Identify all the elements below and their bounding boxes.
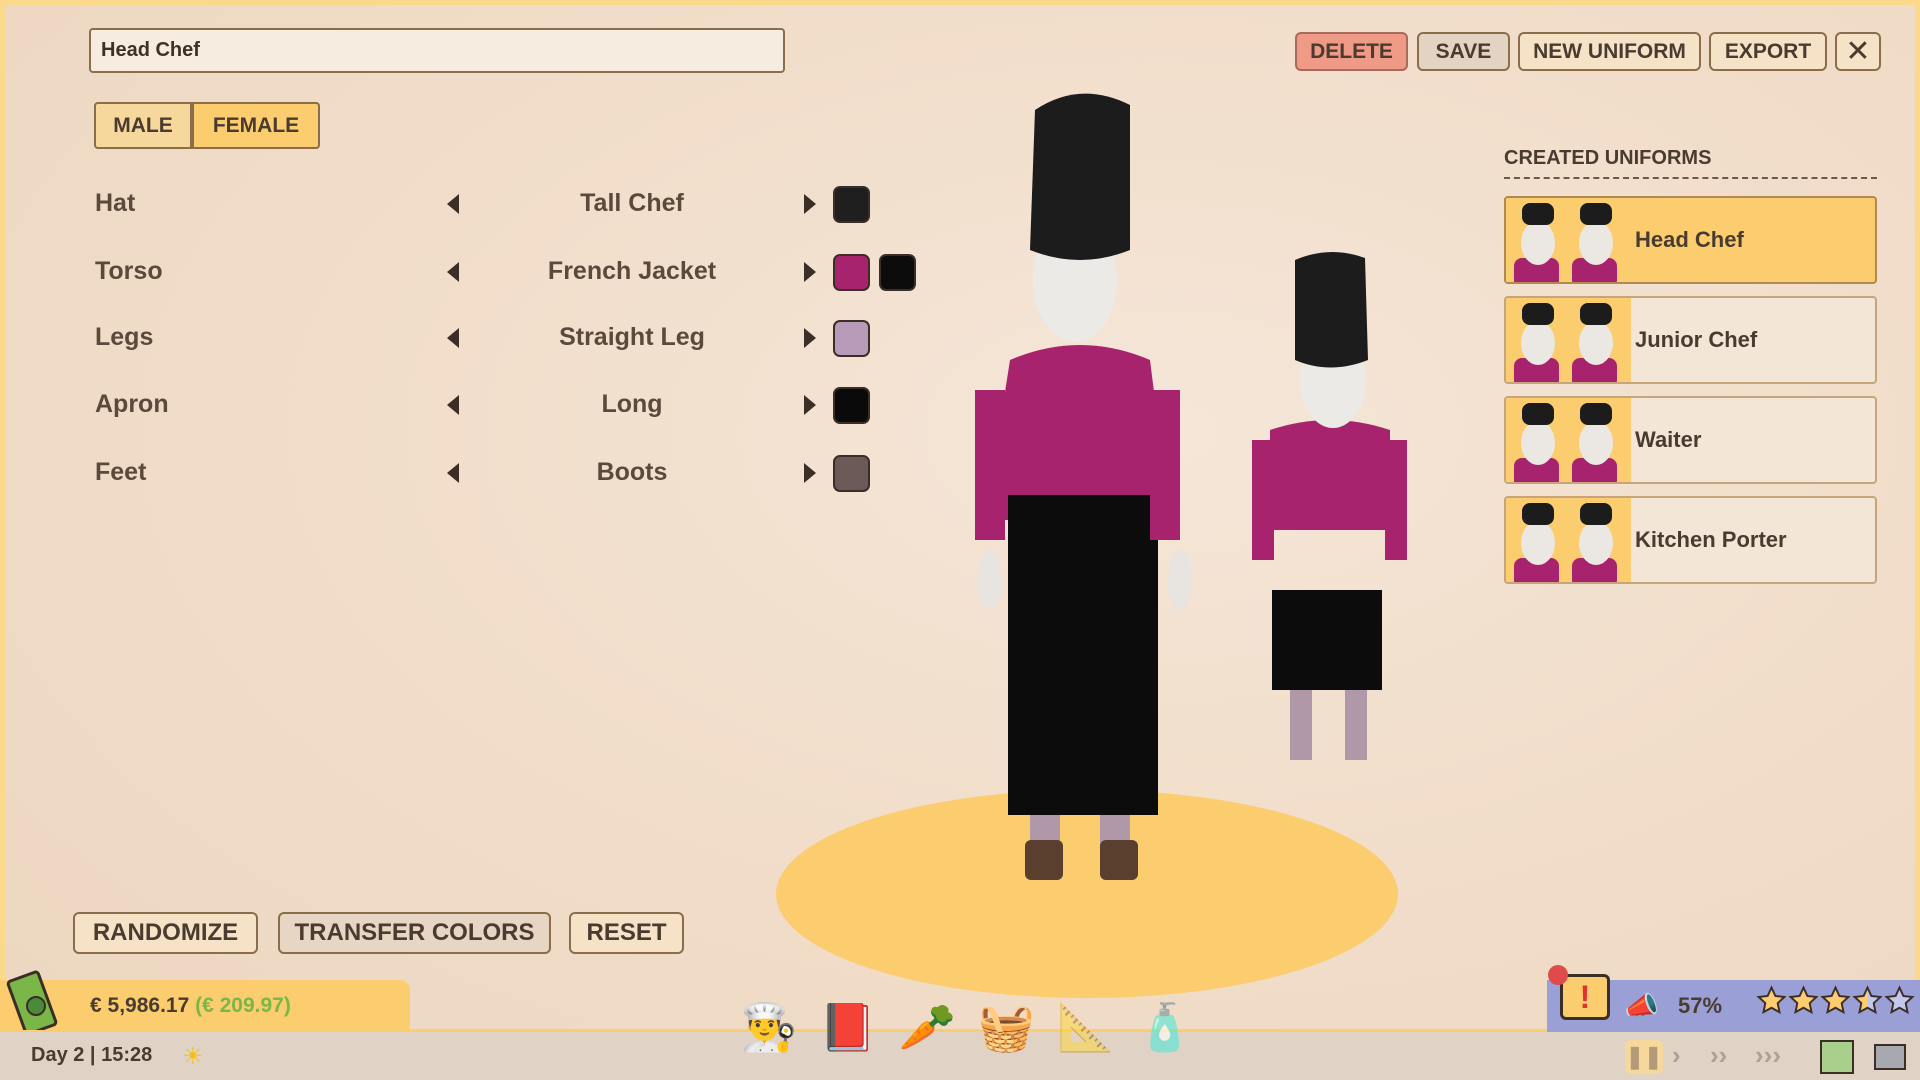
prev-arrow-icon[interactable] — [447, 262, 459, 282]
megaphone-icon: 📣 — [1624, 991, 1659, 1022]
divider — [1504, 177, 1877, 179]
play-speed-3-button[interactable]: ››› — [1755, 1040, 1781, 1071]
next-arrow-icon[interactable] — [804, 194, 816, 214]
part-label: Hat — [95, 189, 136, 217]
star-icon — [1852, 985, 1883, 1015]
color-swatch[interactable] — [833, 455, 870, 492]
prev-arrow-icon[interactable] — [447, 194, 459, 214]
next-arrow-icon[interactable] — [804, 395, 816, 415]
prev-arrow-icon[interactable] — [447, 395, 459, 415]
part-label: Apron — [95, 390, 169, 418]
money-balance: € 5,986.17 — [90, 994, 190, 1017]
part-label: Torso — [95, 257, 163, 285]
part-value: Straight Leg — [559, 323, 705, 351]
part-label: Legs — [95, 323, 154, 351]
prev-arrow-icon[interactable] — [447, 463, 459, 483]
next-arrow-icon[interactable] — [804, 328, 816, 348]
alerts-icon[interactable]: ! — [1560, 974, 1610, 1020]
part-label: Feet — [95, 458, 147, 486]
new-uniform-button[interactable]: NEW UNIFORM — [1518, 32, 1701, 71]
export-button[interactable]: EXPORT — [1709, 32, 1827, 71]
character-small — [1252, 251, 1407, 760]
next-arrow-icon[interactable] — [804, 262, 816, 282]
day-time: Day 2 | 15:28 — [31, 1044, 153, 1066]
blueprint-icon[interactable]: 📐 — [1057, 1000, 1114, 1055]
color-swatch[interactable] — [879, 254, 916, 291]
uniform-thumbnail — [1506, 198, 1631, 282]
star-icon — [1820, 985, 1851, 1015]
save-button[interactable]: SAVE — [1417, 32, 1510, 71]
notification-dot — [1548, 965, 1568, 985]
prev-arrow-icon[interactable] — [447, 328, 459, 348]
close-icon: ✕ — [1845, 35, 1871, 68]
reset-button[interactable]: RESET — [569, 912, 684, 954]
uniform-thumbnail — [1506, 298, 1631, 382]
menu-icon[interactable]: 📕 — [819, 1000, 876, 1055]
uniform-thumbnail — [1506, 498, 1631, 582]
character-large — [975, 93, 1192, 880]
star-icon — [1788, 985, 1819, 1015]
gender-female-button[interactable]: FEMALE — [192, 102, 320, 149]
uniform-card-label: Junior Chef — [1635, 327, 1758, 352]
part-value: French Jacket — [547, 257, 717, 285]
play-speed-2-button[interactable]: ›› — [1710, 1040, 1727, 1071]
next-arrow-icon[interactable] — [804, 463, 816, 483]
money-readout: € 5,986.17 (€ 209.97) — [90, 994, 291, 1018]
uniform-card[interactable]: Kitchen Porter — [1504, 496, 1877, 584]
part-value: Boots — [596, 458, 668, 486]
hide-ui-icon[interactable] — [1874, 1044, 1906, 1070]
color-swatch[interactable] — [833, 387, 870, 424]
transfer-colors-button[interactable]: TRANSFER COLORS — [278, 912, 551, 954]
color-swatch[interactable] — [833, 186, 870, 223]
star-icon — [1756, 985, 1787, 1015]
sun-icon: ☀ — [182, 1043, 204, 1070]
popularity-percent: 57% — [1678, 993, 1723, 1018]
cleaning-spray-icon[interactable]: 🧴 — [1136, 1000, 1193, 1055]
randomize-button[interactable]: RANDOMIZE — [73, 912, 258, 954]
part-value: Long — [601, 390, 663, 418]
delete-button[interactable]: DELETE — [1295, 32, 1408, 71]
rating-stars — [1756, 985, 1915, 1016]
play-speed-1-button[interactable]: › — [1672, 1040, 1681, 1071]
uniform-card-label: Kitchen Porter — [1635, 527, 1787, 552]
part-value: Tall Chef — [580, 189, 684, 217]
preview-platform — [776, 790, 1398, 998]
created-uniforms-title: CREATED UNIFORMS — [1504, 147, 1712, 169]
color-swatch[interactable] — [833, 320, 870, 357]
uniform-card-label: Head Chef — [1635, 227, 1744, 252]
management-toolbar: 👨‍🍳 📕 🥕 🧺 📐 🧴 — [740, 1000, 1194, 1055]
color-swatch[interactable] — [833, 254, 870, 291]
uniform-card-label: Waiter — [1635, 427, 1702, 452]
uniform-name-input[interactable]: Head Chef — [89, 28, 785, 73]
uniform-card[interactable]: Junior Chef — [1504, 296, 1877, 384]
staff-chef-icon[interactable]: 👨‍🍳 — [740, 1000, 797, 1055]
money-icon — [6, 970, 58, 1030]
star-icon — [1884, 985, 1915, 1015]
ingredients-crate-icon[interactable]: 🧺 — [978, 1000, 1035, 1055]
uniform-thumbnail — [1506, 398, 1631, 482]
camera-3d-icon[interactable] — [1820, 1040, 1854, 1074]
uniform-card[interactable]: Head Chef — [1504, 196, 1877, 284]
character-preview[interactable] — [760, 0, 1460, 1030]
money-delta: (€ 209.97) — [195, 994, 291, 1017]
pause-button[interactable]: ❚❚ — [1625, 1040, 1663, 1074]
gender-male-button[interactable]: MALE — [94, 102, 192, 149]
uniform-card[interactable]: Waiter — [1504, 396, 1877, 484]
recipe-icon[interactable]: 🥕 — [899, 1000, 956, 1055]
close-button[interactable]: ✕ — [1835, 32, 1881, 71]
